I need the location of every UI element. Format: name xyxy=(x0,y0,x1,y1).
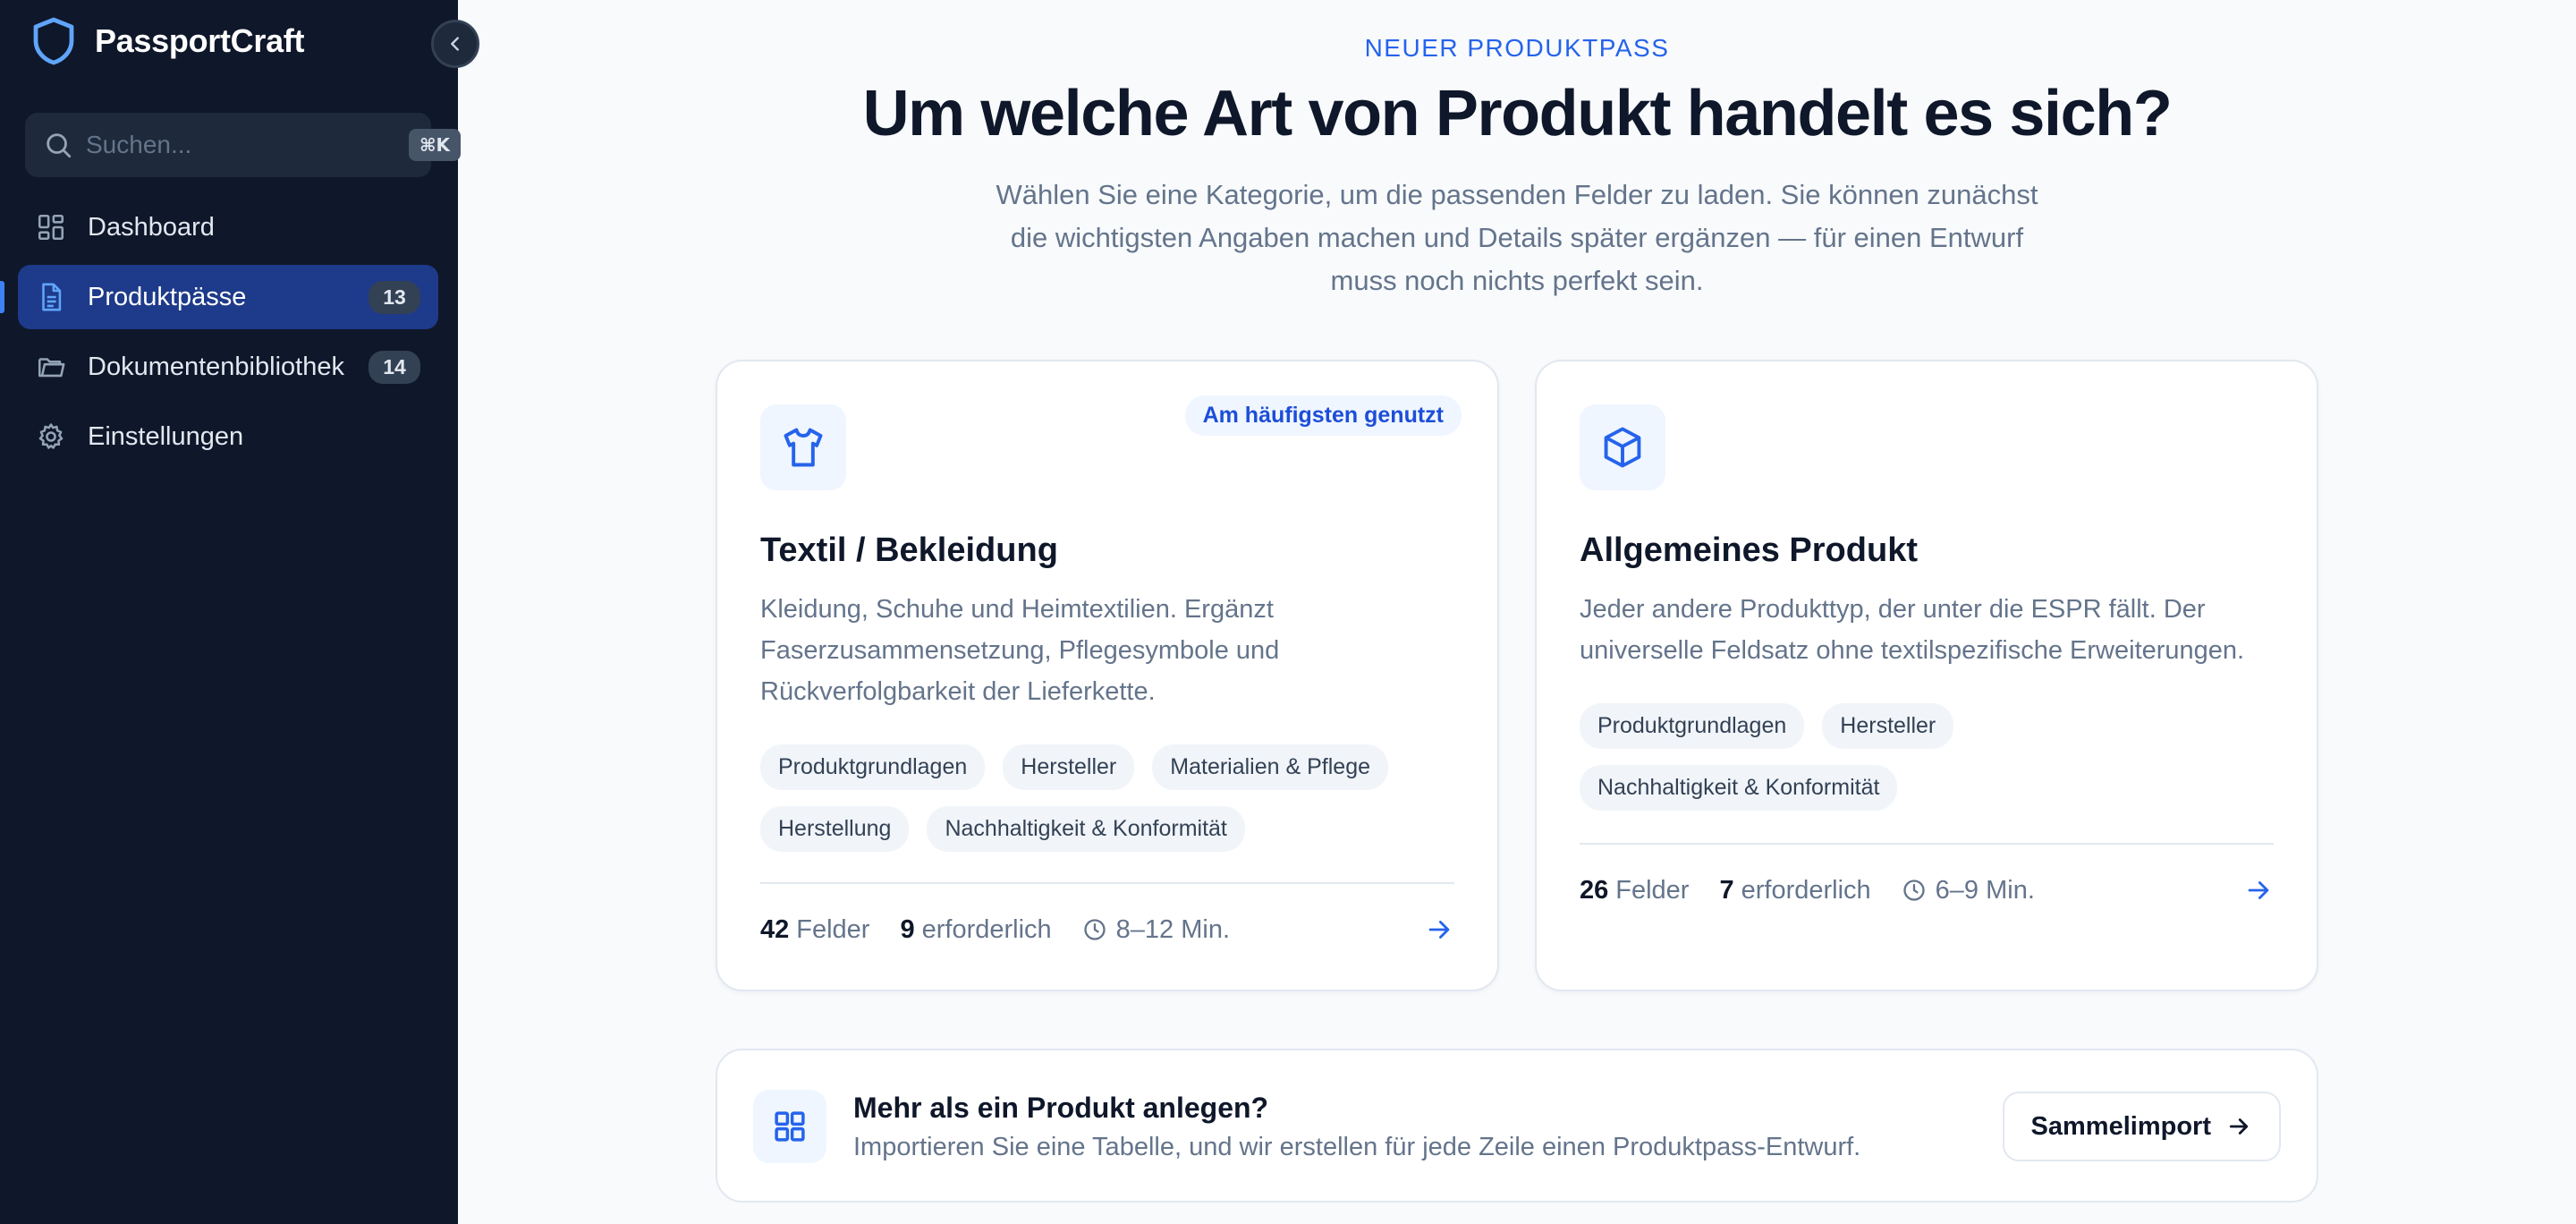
tag: Herstellung xyxy=(760,806,910,852)
sidebar-item-produktpaesse[interactable]: Produktpässe 13 xyxy=(0,265,438,329)
sidebar-item-label: Dashboard xyxy=(88,212,215,242)
fields-stat: 42 Felder xyxy=(760,915,869,945)
count-badge: 13 xyxy=(369,280,420,314)
sidebar-item-dashboard[interactable]: Dashboard xyxy=(18,195,438,259)
shirt-icon xyxy=(784,428,823,467)
bulk-icon-wrapper xyxy=(753,1090,826,1163)
tag: Hersteller xyxy=(1003,744,1135,790)
page-description: Wählen Sie eine Kategorie, um die passen… xyxy=(996,179,2038,296)
sidebar-item-label: Dokumentenbibliothek xyxy=(88,352,344,381)
document-icon xyxy=(42,283,62,311)
arrow-right-icon xyxy=(2229,1118,2249,1135)
required-count: 7 xyxy=(1719,875,1734,905)
duration-text: 8–12 Min. xyxy=(1115,914,1231,944)
tag: Hersteller xyxy=(1822,703,1954,749)
bulk-title: Mehr als ein Produkt anlegen? xyxy=(853,1092,1269,1124)
bulk-import-button-label: Sammelimport xyxy=(2030,1111,2211,1141)
sidebar-item-dokumentenbibliothek[interactable]: Dokumentenbibliothek 14 xyxy=(18,335,438,399)
bulk-import-banner: Mehr als ein Produkt anlegen? Importiere… xyxy=(716,1049,2318,1203)
required-count: 9 xyxy=(900,914,915,944)
main-content: NEUER PRODUKTPASS Um welche Art von Prod… xyxy=(458,0,2576,1224)
tag: Materialien & Pflege xyxy=(1152,744,1388,790)
fields-stat: 26 Felder xyxy=(1580,876,1689,905)
arrow-right-icon[interactable] xyxy=(2243,875,2274,905)
tag-list: Produktgrundlagen Hersteller Materialien… xyxy=(760,744,1458,852)
fields-count: 26 xyxy=(1580,875,1609,905)
arrow-right-icon[interactable] xyxy=(1424,914,1454,945)
sidebar: PassportCraft ⌘K Dashboard Produktpässe … xyxy=(0,0,462,1224)
duration-stat: 8–12 Min. xyxy=(1082,915,1230,945)
grid-icon xyxy=(775,1111,805,1142)
required-stat: 9 erforderlich xyxy=(900,915,1051,945)
required-stat: 7 erforderlich xyxy=(1719,876,1870,905)
card-description: Kleidung, Schuhe und Heimtextilien. Ergä… xyxy=(760,595,1280,706)
search-box[interactable]: ⌘K xyxy=(25,113,462,177)
tag: Nachhaltigkeit & Konformität xyxy=(927,806,1245,852)
search-input[interactable] xyxy=(86,131,409,159)
sidebar-item-label: Einstellungen xyxy=(88,421,244,451)
required-label: erforderlich xyxy=(1741,875,1871,905)
card-description: Jeder andere Produkttyp, der unter die E… xyxy=(1580,595,2245,665)
card-footer: 26 Felder 7 erforderlich 6–9 Min. xyxy=(1580,843,2274,936)
sidebar-item-label: Produktpässe xyxy=(88,282,247,311)
bulk-import-button[interactable]: Sammelimport xyxy=(2002,1092,2281,1161)
popular-badge: Am häufigsten genutzt xyxy=(1184,395,1462,436)
sidebar-collapse-button[interactable] xyxy=(431,20,479,68)
tag-list: Produktgrundlagen Hersteller Nachhaltigk… xyxy=(1580,703,2277,811)
app-name: PassportCraft xyxy=(95,22,305,59)
folder-icon xyxy=(38,358,65,378)
card-title: Textil / Bekleidung xyxy=(760,531,1058,569)
sidebar-item-einstellungen[interactable]: Einstellungen xyxy=(18,404,438,469)
shield-icon xyxy=(33,17,74,65)
bulk-description: Importieren Sie eine Tabelle, und wir er… xyxy=(853,1133,1861,1161)
card-icon-wrapper xyxy=(1580,404,1665,490)
tag: Nachhaltigkeit & Konformität xyxy=(1580,765,1898,811)
box-icon xyxy=(1604,427,1641,468)
chevron-left-icon xyxy=(451,37,459,51)
eyebrow-label: NEUER PRODUKTPASS xyxy=(1364,34,1670,62)
fields-label: Felder xyxy=(1615,875,1690,905)
page-title: Um welche Art von Produkt handelt es sic… xyxy=(862,78,2173,149)
gear-icon xyxy=(38,423,64,449)
sidebar-nav: Dashboard Produktpässe 13 Dokumentenbibl… xyxy=(0,195,438,474)
tag: Produktgrundlagen xyxy=(760,744,986,790)
grid-icon xyxy=(38,214,64,241)
fields-count: 42 xyxy=(760,914,790,944)
category-card-textile[interactable]: Am häufigsten genutzt Textil / Bekleidun… xyxy=(716,360,1499,991)
card-icon-wrapper xyxy=(760,404,846,490)
required-label: erforderlich xyxy=(921,914,1052,944)
brand[interactable]: PassportCraft xyxy=(32,16,304,66)
category-card-general[interactable]: Allgemeines Produkt Jeder andere Produkt… xyxy=(1535,360,2318,991)
clock-icon xyxy=(1903,880,1925,901)
duration-text: 6–9 Min. xyxy=(1935,875,2035,905)
count-badge: 14 xyxy=(369,350,420,384)
fields-label: Felder xyxy=(796,914,870,944)
duration-stat: 6–9 Min. xyxy=(1902,876,2035,905)
search-icon xyxy=(47,133,72,158)
tag: Produktgrundlagen xyxy=(1580,703,1805,749)
clock-icon xyxy=(1084,919,1106,940)
card-footer: 42 Felder 9 erforderlich 8–12 Min. xyxy=(760,882,1454,975)
card-title: Allgemeines Produkt xyxy=(1580,531,1918,569)
search-shortcut: ⌘K xyxy=(409,129,462,161)
